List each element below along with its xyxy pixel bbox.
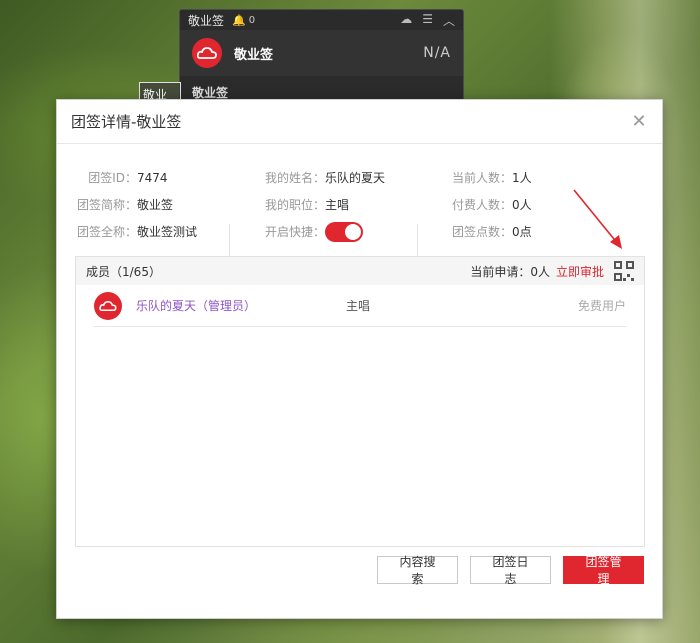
member-type: 免费用户 bbox=[577, 299, 626, 313]
dialog-buttons: 内容搜索 团签日志 团签管理 bbox=[377, 555, 644, 586]
group-id-label: 团签ID： bbox=[88, 171, 137, 185]
mini-widget: 敬业签 🔔 0 ☁ ☰ ︿ 敬业签 N/A 敬业签 bbox=[179, 9, 464, 109]
my-name-value: 乐队的夏天 bbox=[325, 171, 386, 185]
current-count-value: 1人 bbox=[512, 171, 532, 185]
menu-icon[interactable]: ☰ bbox=[422, 12, 433, 29]
my-position-value: 主唱 bbox=[325, 198, 350, 212]
members-count: 成员（1/65） bbox=[86, 264, 161, 279]
my-position-label: 我的职位： bbox=[264, 198, 325, 212]
approve-now-link[interactable]: 立即审批 bbox=[556, 263, 604, 280]
group-logo-icon bbox=[192, 38, 222, 68]
apply-count: 当前申请：0人 bbox=[470, 264, 550, 279]
points-value: 0点 bbox=[512, 225, 532, 239]
bell-count: 0 bbox=[248, 14, 256, 26]
content-search-button[interactable]: 内容搜索 bbox=[377, 555, 458, 586]
group-full-name-value: 敬业签测试 bbox=[137, 225, 198, 239]
paid-count-value: 0人 bbox=[512, 198, 532, 212]
members-panel: 成员（1/65） 当前申请：0人 立即审批 乐队的夏天（管理员） 主唱 免费用户 bbox=[75, 256, 645, 547]
info-column-2: 我的姓名： 乐队的夏天 我的职位： 主唱 开启快捷： bbox=[255, 164, 385, 245]
annotation-arrow bbox=[573, 189, 622, 249]
avatar bbox=[94, 291, 122, 320]
paid-count-label: 付费人数： bbox=[451, 198, 512, 212]
group-full-name-label: 团签全称： bbox=[76, 225, 137, 239]
dialog-title: 团签详情-敬业签 bbox=[71, 113, 182, 131]
collapse-icon[interactable]: ︿ bbox=[443, 12, 455, 29]
widget-title-bar: 敬业签 🔔 0 ☁ ☰ ︿ bbox=[180, 10, 463, 30]
dialog-title-bar: 团签详情-敬业签 ✕ bbox=[57, 100, 662, 144]
widget-value: N/A bbox=[423, 45, 451, 61]
info-column-1: 团签ID： 7474 团签简称： 敬业签 团签全称： 敬业签测试 bbox=[67, 164, 197, 245]
shortcut-label: 开启快捷： bbox=[264, 225, 325, 239]
member-role: 主唱 bbox=[346, 299, 371, 313]
my-name-label: 我的姓名： bbox=[264, 171, 325, 185]
group-log-button[interactable]: 团签日志 bbox=[470, 555, 551, 586]
cloud-sync-icon[interactable]: ☁ bbox=[400, 12, 412, 29]
group-manage-button[interactable]: 团签管理 bbox=[563, 555, 644, 586]
member-row[interactable]: 乐队的夏天（管理员） 主唱 免费用户 bbox=[94, 285, 626, 327]
group-short-name-label: 团签简称： bbox=[76, 198, 137, 212]
info-column-3: 当前人数： 1人 付费人数： 0人 团签点数： 0点 bbox=[442, 164, 532, 245]
members-header: 成员（1/65） 当前申请：0人 立即审批 bbox=[76, 257, 644, 285]
group-detail-dialog: 团签详情-敬业签 ✕ 团签ID： 7474 团签简称： 敬业签 团签全称： 敬业签测试… bbox=[56, 99, 663, 619]
qr-code-icon[interactable] bbox=[614, 261, 634, 281]
group-short-name-value: 敬业签 bbox=[137, 198, 174, 212]
shortcut-toggle[interactable] bbox=[325, 221, 363, 242]
widget-group-row[interactable]: 敬业签 N/A bbox=[180, 30, 463, 76]
widget-title: 敬业签 bbox=[188, 13, 225, 28]
current-count-label: 当前人数： bbox=[451, 171, 512, 185]
group-id-value: 7474 bbox=[137, 170, 168, 185]
close-icon[interactable]: ✕ bbox=[630, 112, 648, 131]
member-name[interactable]: 乐队的夏天（管理员） bbox=[136, 297, 346, 314]
points-label: 团签点数： bbox=[451, 225, 512, 239]
bell-icon[interactable]: 🔔 bbox=[232, 14, 246, 27]
widget-group-name: 敬业签 bbox=[234, 47, 274, 63]
